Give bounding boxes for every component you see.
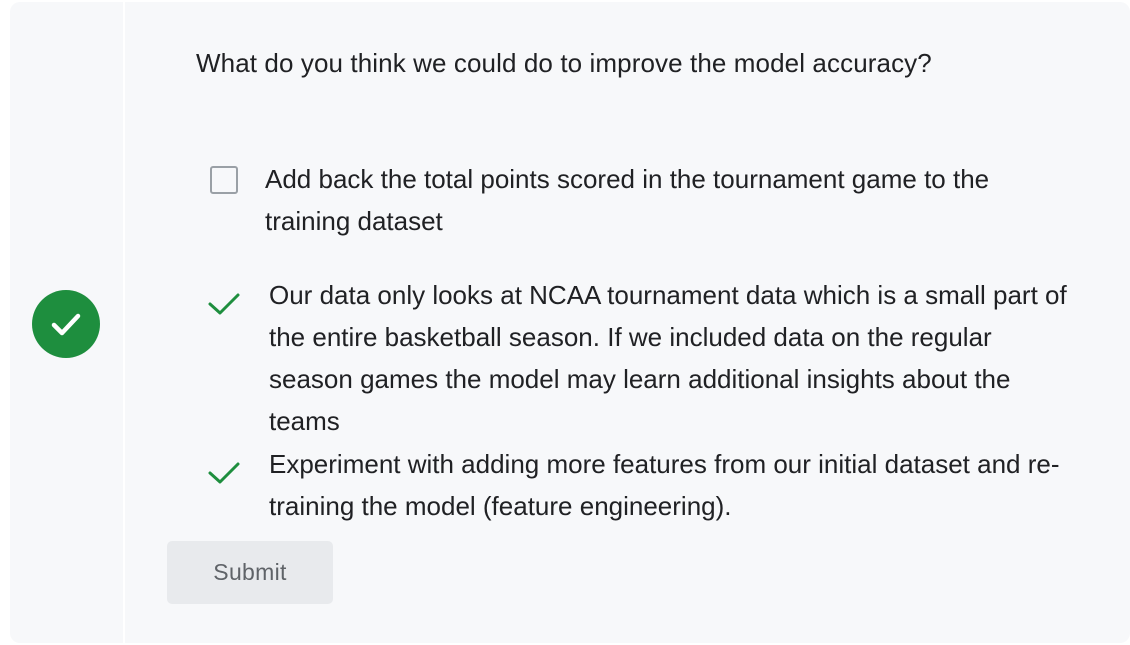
question-text: What do you think we could do to improve… [196,48,932,78]
option-1-label: Add back the total points scored in the … [265,164,990,236]
checkbox-icon[interactable] [210,166,238,194]
check-icon [206,455,242,491]
check-icon [206,286,242,322]
option-3[interactable]: Experiment with adding more features fro… [206,443,1069,527]
option-3-label: Experiment with adding more features fro… [269,449,1060,521]
option-2[interactable]: Our data only looks at NCAA tournament d… [206,274,1069,442]
option-2-label: Our data only looks at NCAA tournament d… [269,280,1067,436]
submit-button[interactable]: Submit [167,541,333,604]
option-1[interactable]: Add back the total points scored in the … [206,158,1035,242]
check-circle-icon [32,290,100,358]
quiz-card: What do you think we could do to improve… [10,2,1130,643]
status-rail [10,2,125,643]
option-1-checkbox[interactable] [206,162,242,198]
